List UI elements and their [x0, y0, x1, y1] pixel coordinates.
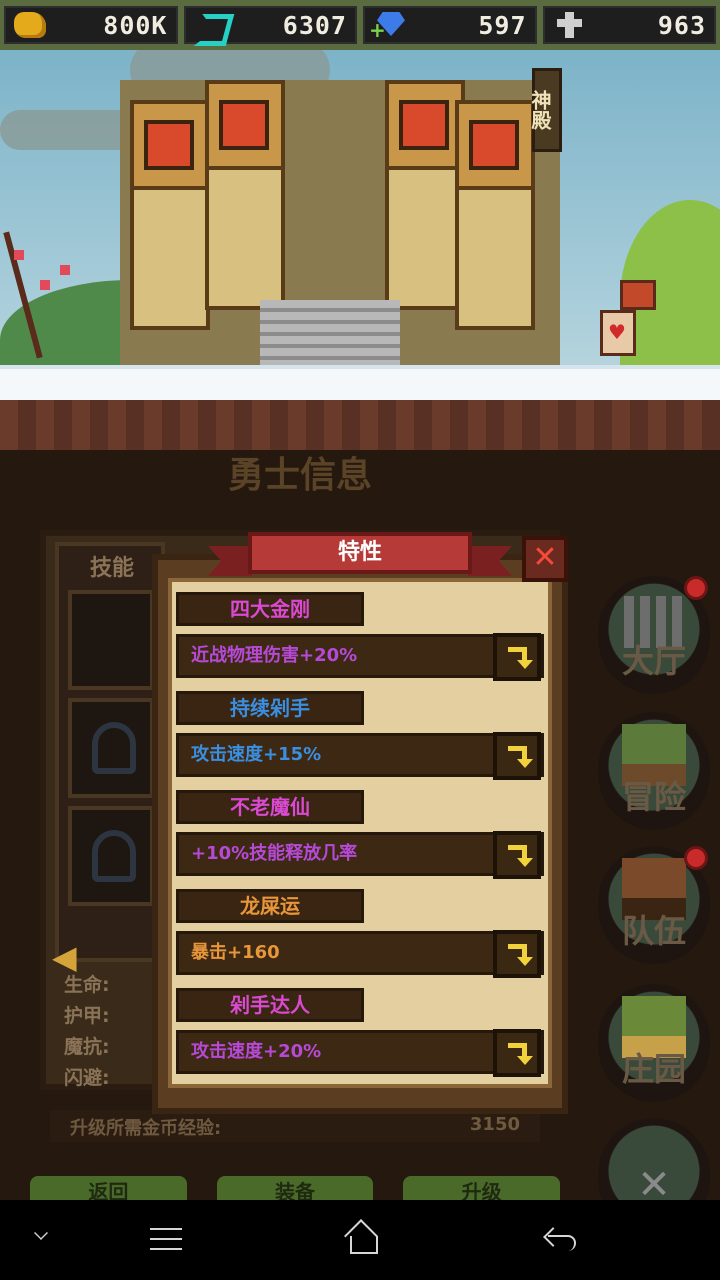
hall-label: 大厅 [621, 642, 686, 680]
trait-name: 龙屎运 [176, 889, 364, 923]
chevron-down-icon[interactable] [34, 1226, 48, 1240]
skill-slot-2[interactable] [68, 698, 154, 798]
trait-name: 不老魔仙 [176, 790, 364, 824]
gold-counter[interactable]: 800K [4, 6, 178, 44]
upgrade-cost-label: 升级所需金币经验: [70, 1118, 222, 1139]
trait-effect: 攻击速度+15% [176, 732, 544, 780]
dialog-title: 特性 [248, 532, 472, 574]
trait-effect: 攻击速度+20% [176, 1029, 544, 1077]
manor-label: 庄园 [621, 1050, 686, 1088]
hero-character[interactable]: ♥ [600, 280, 660, 360]
gem-icon: + [369, 12, 405, 42]
lock-icon [92, 722, 136, 774]
gem-counter[interactable]: + 597 [363, 6, 537, 44]
side-menu: 大厅 冒险 队伍 庄园 ✕ [592, 450, 720, 1236]
upgrade-cost-value: 3150 [469, 1114, 520, 1135]
hero-actions: 返回 装备 升级 [30, 1176, 561, 1200]
gold-value: 800K [103, 10, 168, 40]
cross-icon [553, 12, 585, 38]
trait-item: 四大金刚 近战物理伤害+20% [176, 592, 546, 681]
trait-upgrade-button[interactable] [493, 831, 541, 879]
skill-slot-1[interactable] [68, 590, 154, 690]
energy-value: 6307 [282, 10, 347, 40]
trait-effect: 近战物理伤害+20% [176, 633, 544, 681]
trait-item: 不老魔仙 +10%技能释放几率 [176, 790, 546, 879]
trait-item: 剁手达人 攻击速度+20% [176, 988, 546, 1077]
trait-effect-text: 暴击+160 [191, 942, 280, 963]
close-button[interactable]: ✕ [522, 536, 568, 582]
trait-upgrade-button[interactable] [493, 930, 541, 978]
trait-effect-text: 近战物理伤害+20% [191, 645, 358, 666]
close-icon: ✕ [532, 540, 558, 575]
hero-info-title: 勇士信息 [227, 455, 372, 496]
trait-effect: 暴击+160 [176, 930, 544, 978]
home-icon[interactable] [346, 1222, 378, 1254]
back-icon[interactable] [544, 1224, 578, 1254]
energy-counter[interactable]: 6307 [183, 6, 357, 44]
skills-label: 技能 [90, 556, 135, 581]
upgrade-cost: 升级所需金币经验: 3150 [50, 1110, 540, 1142]
equip-button[interactable]: 装备 [216, 1176, 374, 1200]
trait-upgrade-button[interactable] [493, 1029, 541, 1077]
adventure-label: 冒险 [621, 778, 686, 816]
temple-sign[interactable]: 神殿 [528, 68, 562, 152]
energy-icon [194, 12, 226, 38]
snow-ledge [0, 365, 720, 403]
return-button[interactable]: 返回 [30, 1176, 187, 1200]
trait-item: 持续剁手 攻击速度+15% [176, 691, 546, 780]
temple-scene: 神殿 ♥ [0, 50, 720, 450]
cross-counter[interactable]: 963 [542, 6, 716, 44]
trait-name: 剁手达人 [176, 988, 364, 1022]
trait-name: 四大金刚 [176, 592, 364, 626]
trait-effect-text: 攻击速度+20% [191, 1041, 322, 1062]
upgrade-hero-button[interactable]: 升级 [403, 1176, 561, 1200]
trait-name: 持续剁手 [176, 691, 364, 725]
cross-value: 963 [657, 10, 706, 40]
trait-upgrade-button[interactable] [493, 732, 541, 780]
hall-badge [684, 576, 708, 600]
team-label: 队伍 [621, 912, 686, 950]
trait-effect: +10%技能释放几率 [176, 831, 544, 879]
adventure-button[interactable]: 冒险 [598, 712, 710, 830]
skill-slot-3[interactable] [68, 806, 154, 906]
trait-effect-text: +10%技能释放几率 [191, 843, 358, 864]
resource-bar: 800K 6307 + 597 963 [0, 0, 720, 50]
menu-icon[interactable] [150, 1228, 182, 1250]
ground-bricks [0, 400, 720, 450]
trait-effect-text: 攻击速度+15% [191, 744, 322, 765]
lock-icon [92, 830, 136, 882]
system-nav-bar [0, 1200, 720, 1280]
trait-upgrade-button[interactable] [493, 633, 541, 681]
trait-item: 龙屎运 暴击+160 [176, 889, 546, 978]
temple-stairs [260, 300, 400, 370]
gem-value: 597 [478, 10, 527, 40]
team-badge [684, 846, 708, 870]
gold-nugget-icon [14, 12, 46, 38]
manor-button[interactable]: 庄园 [598, 984, 710, 1102]
